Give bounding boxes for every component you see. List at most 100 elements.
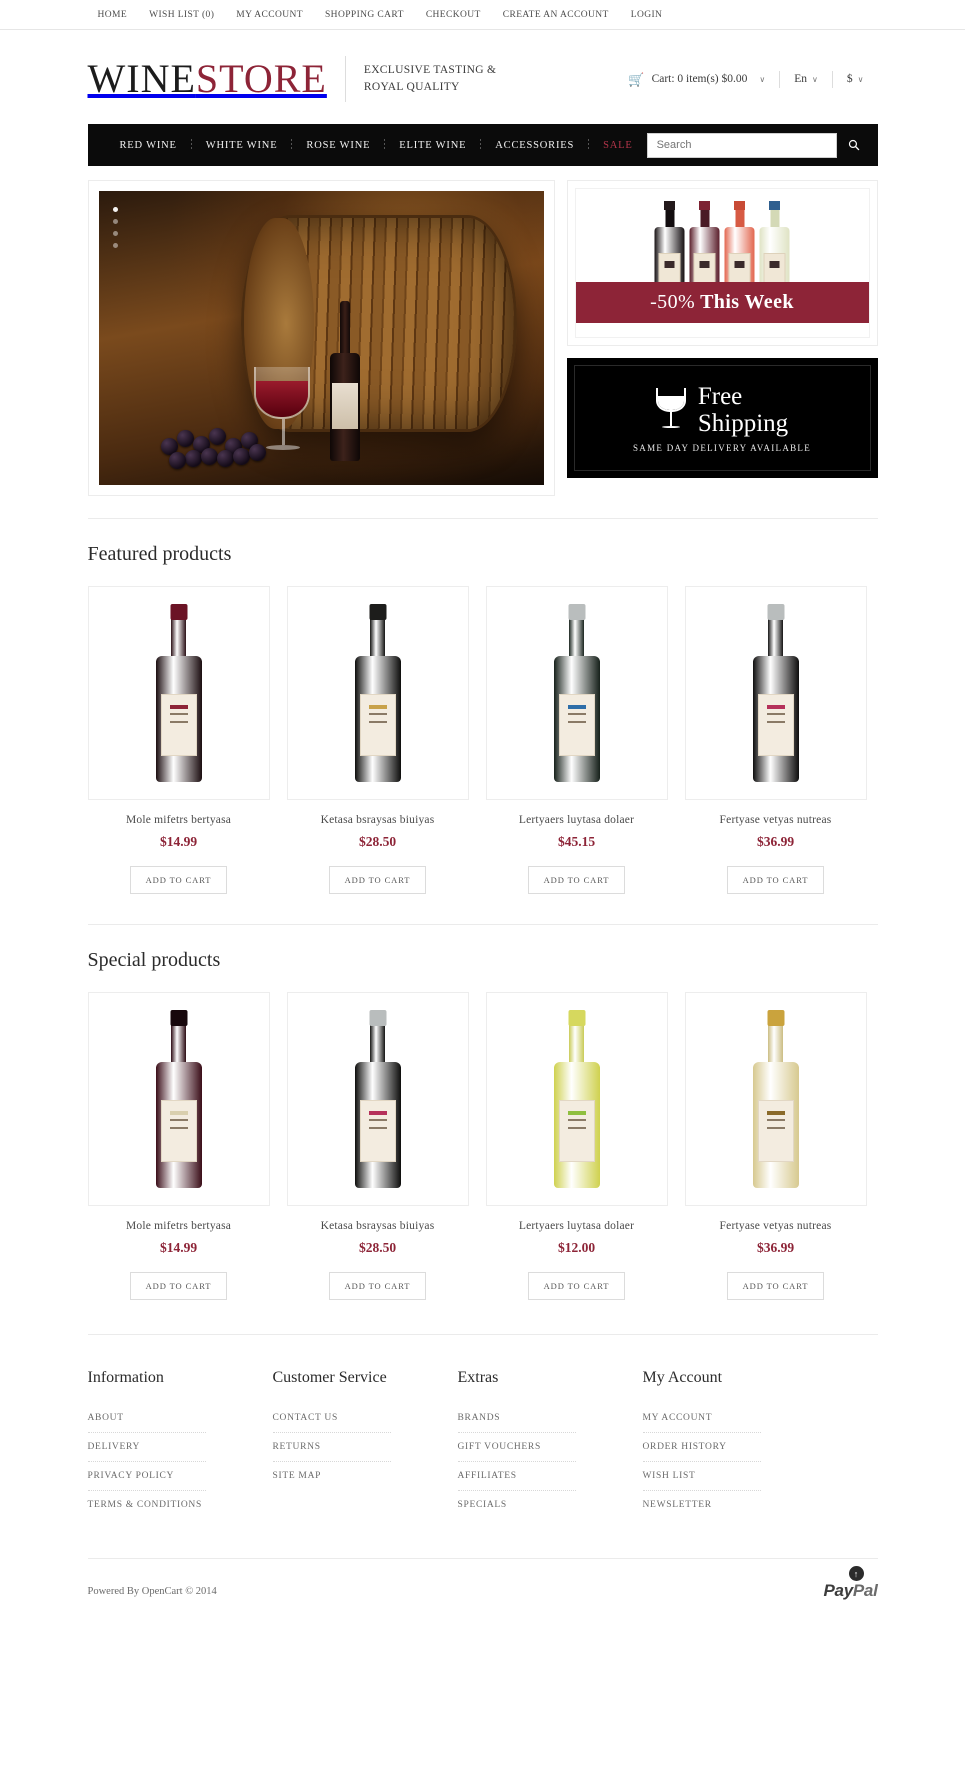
footer-link[interactable]: SPECIALS [458, 1500, 576, 1519]
product-image[interactable] [87, 992, 270, 1206]
nav-elite-wine[interactable]: ELITE WINE [385, 140, 480, 151]
promo-banner[interactable]: -50% This Week [566, 180, 878, 346]
product-card[interactable]: Fertyase vetyas nutreas $36.99 ADD TO CART [684, 586, 867, 894]
footer-link[interactable]: MY ACCOUNT [642, 1413, 761, 1433]
promo-discount: -50% [650, 291, 696, 313]
nav-rose-wine[interactable]: ROSE WINE [292, 140, 384, 151]
product-image[interactable] [87, 586, 270, 800]
add-to-cart-button[interactable]: ADD TO CART [726, 1272, 825, 1300]
footer-link[interactable]: GIFT VOUCHERS [457, 1442, 576, 1462]
nav-accessories[interactable]: ACCESSORIES [481, 140, 588, 151]
language-selector[interactable]: En ∨ [780, 73, 832, 85]
footer-link[interactable]: RETURNS [272, 1442, 391, 1462]
slider-dot[interactable] [112, 219, 118, 224]
paypal-part-1: Pay [823, 1581, 854, 1600]
add-to-cart-button[interactable]: ADD TO CART [726, 866, 825, 894]
featured-section-title: Featured products [87, 543, 232, 565]
product-image[interactable] [286, 992, 469, 1206]
cart-icon: 🛒 [628, 71, 645, 87]
shipping-banner[interactable]: Free Shipping SAME DAY DELIVERY AVAILABL… [566, 358, 878, 478]
product-price: $28.50 [358, 1240, 397, 1255]
grape [208, 428, 226, 446]
add-to-cart-button[interactable]: ADD TO CART [328, 1272, 427, 1300]
cart-button[interactable]: 🛒 Cart: 0 item(s) $0.00 ∨ [628, 73, 779, 86]
grape [216, 450, 234, 468]
footer-link[interactable]: BRANDS [457, 1413, 576, 1433]
add-to-cart-button[interactable]: ADD TO CART [129, 1272, 228, 1300]
nav-white-wine[interactable]: WHITE WINE [192, 140, 292, 151]
search-button[interactable] [836, 132, 871, 158]
footer-link[interactable]: AFFILIATES [457, 1471, 576, 1491]
language-label: En [794, 73, 808, 85]
product-card[interactable]: Lertyaers luytasa dolaer $45.15 ADD TO CAR… [485, 586, 668, 894]
footer-link[interactable]: NEWSLETTER [643, 1500, 761, 1519]
grape [176, 430, 194, 448]
product-name: Ketasa bsraysas biuiyas [320, 814, 435, 826]
footer-link[interactable]: DELIVERY [87, 1442, 206, 1462]
product-image[interactable] [485, 586, 668, 800]
product-card[interactable]: Ketasa bsraysas biuiyas $28.50 ADD TO CART [286, 992, 469, 1300]
chevron-down-icon: ∨ [857, 74, 864, 84]
logo-part-wine: WINE [87, 56, 196, 101]
product-card[interactable]: Ketasa bsraysas biuiyas $28.50 ADD TO CART [286, 586, 469, 894]
search-area [646, 132, 871, 158]
product-card[interactable]: Mole mifetrs bertyasa $14.99 ADD TO CART [87, 992, 270, 1300]
footer-link[interactable]: PRIVACY POLICY [87, 1471, 206, 1491]
hero-slider[interactable] [87, 180, 555, 496]
bottle-graphic [752, 1010, 799, 1188]
tagline-line-1: EXCLUSIVE TASTING & [363, 64, 497, 77]
footer-link[interactable]: CONTACT US [272, 1413, 391, 1433]
footer-column-title: Customer Service [272, 1369, 387, 1386]
wine-glass-icon [655, 388, 686, 432]
add-to-cart-button[interactable]: ADD TO CART [129, 866, 228, 894]
topnav-create-an-account[interactable]: CREATE AN ACCOUNT [503, 10, 609, 20]
logo[interactable]: WINESTORE [88, 59, 327, 99]
nav-sale[interactable]: SALE [589, 140, 646, 151]
search-icon [848, 139, 860, 151]
copyright-text: Powered By OpenCart © 2014 [87, 1585, 217, 1597]
slider-dot[interactable] [112, 231, 118, 236]
footer-columns: Information ABOUT DELIVERY PRIVACY POLICY TE… [87, 1369, 878, 1528]
currency-selector[interactable]: $ ∨ [833, 73, 878, 85]
product-name: Mole mifetrs bertyasa [125, 814, 232, 826]
product-price: $14.99 [159, 1240, 198, 1255]
footer-link[interactable]: ABOUT [87, 1413, 206, 1433]
slider-dot[interactable] [112, 243, 118, 248]
product-image[interactable] [684, 586, 867, 800]
logo-divider [344, 56, 346, 102]
slider-dot[interactable] [112, 207, 118, 212]
topnav-checkout[interactable]: CHECKOUT [426, 10, 481, 20]
add-to-cart-button[interactable]: ADD TO CART [527, 1272, 626, 1300]
chevron-down-icon: ∨ [759, 74, 766, 84]
hero-row: -50% This Week Free Shipping SAME DAY DE… [87, 180, 878, 496]
footer-link[interactable]: ORDER HISTORY [642, 1442, 761, 1462]
product-card[interactable]: Mole mifetrs bertyasa $14.99 ADD TO CART [87, 586, 270, 894]
product-card[interactable]: Fertyase vetyas nutreas $36.99 ADD TO CART [684, 992, 867, 1300]
product-image[interactable] [485, 992, 668, 1206]
grapes-graphic [160, 422, 281, 470]
search-input[interactable] [646, 132, 837, 158]
slider-dots[interactable] [112, 207, 118, 248]
add-to-cart-button[interactable]: ADD TO CART [527, 866, 626, 894]
topnav-shopping-cart[interactable]: SHOPPING CART [325, 10, 404, 20]
product-name: Lertyaers luytasa dolaer [518, 814, 635, 826]
product-name: Mole mifetrs bertyasa [125, 1220, 232, 1232]
grape [184, 450, 202, 468]
side-banners: -50% This Week Free Shipping SAME DAY DE… [566, 180, 878, 496]
topnav-wish-list[interactable]: WISH LIST (0) [149, 10, 214, 20]
topnav-login[interactable]: LOGIN [631, 10, 663, 20]
back-to-top-button[interactable]: ↑ [848, 1566, 864, 1581]
product-image[interactable] [684, 992, 867, 1206]
paypal-part-2: Pal [852, 1581, 878, 1600]
add-to-cart-button[interactable]: ADD TO CART [328, 866, 427, 894]
product-card[interactable]: Lertyaers luytasa dolaer $12.00 ADD TO CAR… [485, 992, 668, 1300]
product-image[interactable] [286, 586, 469, 800]
footer-link[interactable]: SITE MAP [273, 1471, 391, 1490]
nav-red-wine[interactable]: RED WINE [106, 140, 191, 151]
footer-link[interactable]: WISH LIST [642, 1471, 761, 1491]
topnav-home[interactable]: HOME [98, 10, 128, 20]
topnav-my-account[interactable]: MY ACCOUNT [236, 10, 303, 20]
footer-link[interactable]: TERMS & CONDITIONS [88, 1500, 206, 1519]
footer-column-title: My Account [642, 1369, 723, 1386]
grape [200, 448, 218, 466]
